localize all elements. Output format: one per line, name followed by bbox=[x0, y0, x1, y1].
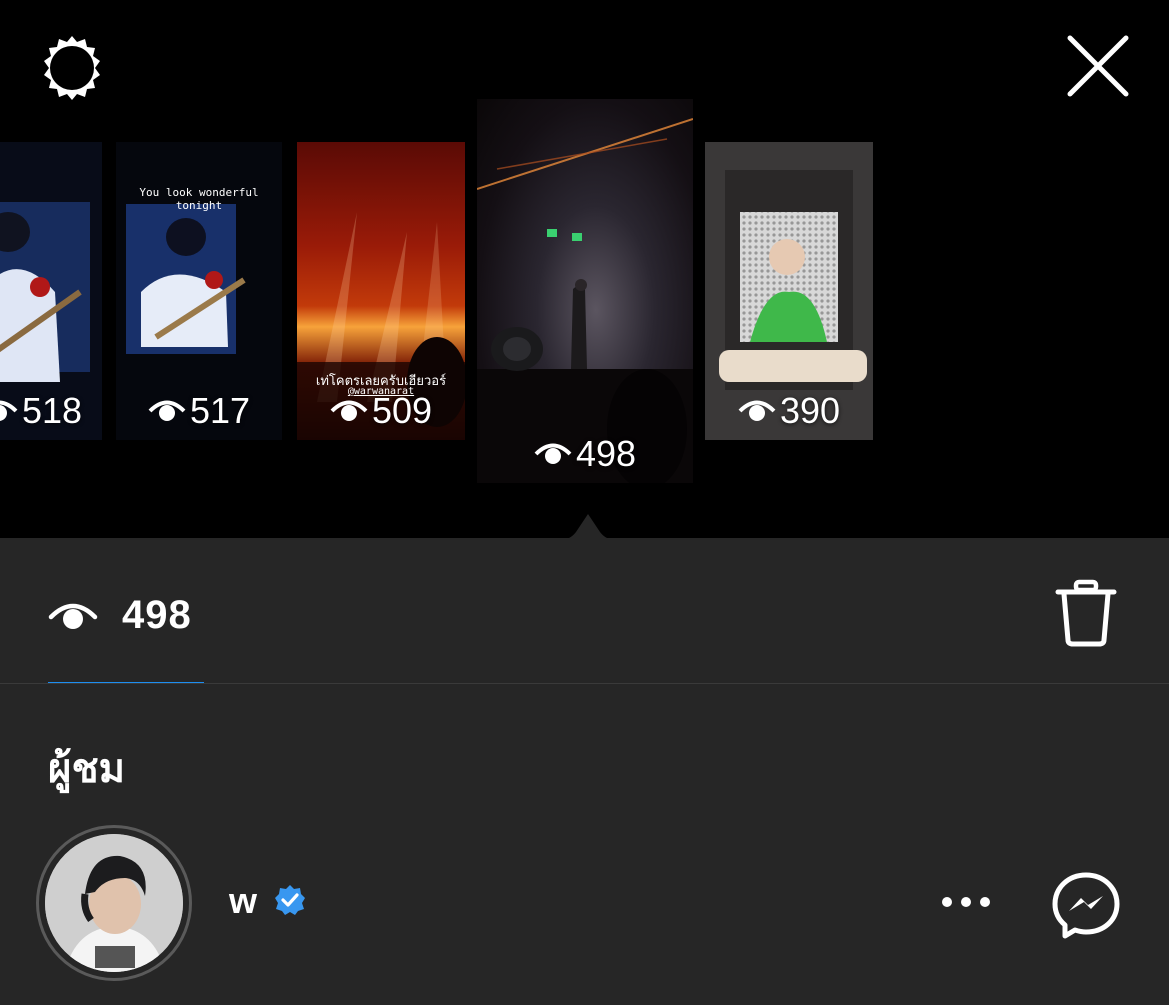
story-insights-screen: 518 You look wonderful tonight 517 เท่โค… bbox=[0, 0, 1169, 1005]
story-caption: You look wonderful tonight bbox=[139, 186, 259, 212]
close-icon bbox=[1067, 35, 1129, 97]
profile-photo bbox=[45, 834, 183, 972]
close-button[interactable] bbox=[1062, 30, 1134, 102]
gear-icon bbox=[44, 36, 100, 100]
story-image bbox=[477, 118, 693, 483]
view-count-value: 518 bbox=[22, 390, 83, 431]
viewers-tab[interactable]: 498 bbox=[48, 590, 192, 640]
view-count: 390 bbox=[705, 390, 873, 432]
story-thumbnail[interactable]: เท่โคตรเลยครับเฮียวอร์ @warwanarat 509 bbox=[297, 142, 465, 440]
more-icon-dot bbox=[980, 897, 990, 907]
verified-badge-icon bbox=[275, 885, 305, 915]
eye-icon bbox=[48, 603, 98, 629]
message-button[interactable] bbox=[1050, 870, 1122, 942]
story-thumbnail[interactable]: 518 bbox=[0, 142, 102, 440]
eye-icon bbox=[0, 400, 18, 421]
views-count: 498 bbox=[122, 592, 192, 637]
more-options-button[interactable] bbox=[938, 884, 994, 920]
view-count-value: 498 bbox=[575, 433, 637, 474]
eye-icon bbox=[534, 443, 572, 464]
view-count: 518 bbox=[0, 390, 102, 432]
view-count-value: 517 bbox=[189, 390, 251, 431]
divider bbox=[0, 683, 1169, 684]
viewer-row[interactable]: w bbox=[0, 822, 1169, 982]
avatar[interactable] bbox=[36, 825, 192, 981]
section-title: ผู้ชม bbox=[48, 747, 125, 791]
story-thumbnail[interactable]: 390 bbox=[705, 142, 873, 440]
trash-icon bbox=[1055, 579, 1117, 647]
eye-icon bbox=[330, 400, 368, 421]
more-icon-dot bbox=[942, 897, 952, 907]
delete-button[interactable] bbox=[1054, 578, 1118, 648]
insights-sheet: 498 ผู้ชม w bbox=[0, 538, 1169, 1005]
eye-icon bbox=[148, 400, 186, 421]
settings-button[interactable] bbox=[36, 32, 108, 104]
avatar-image bbox=[45, 834, 183, 972]
stats-row: 498 bbox=[0, 538, 1169, 684]
viewer-username[interactable]: w bbox=[229, 880, 257, 922]
view-count-value: 509 bbox=[371, 390, 433, 431]
view-count: 498 bbox=[477, 433, 693, 475]
view-count-value: 390 bbox=[779, 390, 841, 431]
story-thumbnail-selected[interactable]: 498 bbox=[477, 99, 693, 483]
more-icon-dot bbox=[961, 897, 971, 907]
view-count: 509 bbox=[297, 390, 465, 432]
messenger-icon bbox=[1052, 872, 1120, 939]
story-thumbnail[interactable]: You look wonderful tonight 517 bbox=[116, 142, 282, 440]
view-count: 517 bbox=[116, 390, 282, 432]
eye-icon bbox=[738, 400, 776, 421]
selection-pointer bbox=[548, 514, 628, 540]
story-carousel-area: 518 You look wonderful tonight 517 เท่โค… bbox=[0, 0, 1169, 538]
